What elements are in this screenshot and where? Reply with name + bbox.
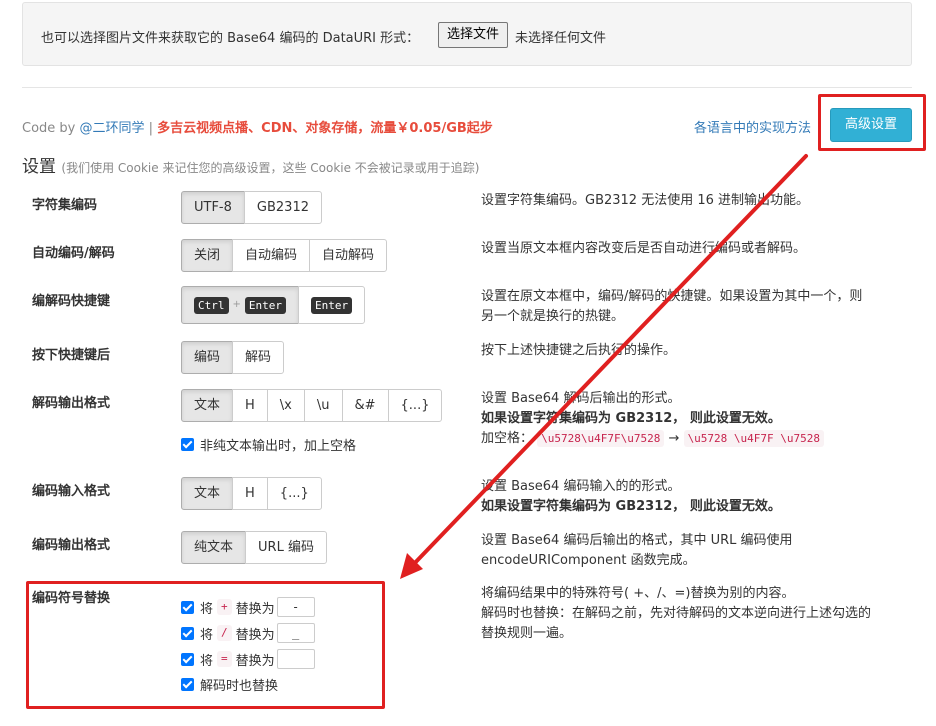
encode-input-button-group: 文本 H {...} (181, 477, 322, 510)
hotkey-ctrl-enter-button[interactable]: Ctrl + Enter (181, 286, 300, 324)
credit-separator: | (144, 121, 158, 136)
encode-input-desc-warning: 如果设置字符集编码为 GB2312， 则此设置无效。 (481, 499, 781, 514)
encode-input-desc-line1: 设置 Base64 编码输入的的形式。 (481, 479, 681, 494)
encode-input-label: 编码输入格式 (32, 484, 111, 499)
add-space-checkbox-row[interactable]: 非纯文本输出时，加上空格 (181, 435, 356, 454)
add-space-label: 非纯文本输出时，加上空格 (200, 439, 357, 454)
annotation-arrow-head (400, 553, 423, 579)
hotkey-label: 编解码快捷键 (32, 294, 111, 309)
decode-out-braces-button[interactable]: {...} (387, 389, 443, 422)
hotkey-button-group: Ctrl + Enter Enter (181, 286, 366, 324)
author-link[interactable]: @二环同学 (80, 121, 145, 136)
encode-output-label: 编码输出格式 (32, 538, 111, 553)
encode-output-description: 设置 Base64 编码后输出的格式，其中 URL 编码使用 encodeURI… (481, 531, 793, 571)
settings-title: 设置 (22, 157, 56, 177)
example-arrow: → (668, 431, 680, 446)
hotkey-enter-button[interactable]: Enter (298, 286, 366, 324)
decode-out-h-button[interactable]: H (232, 389, 268, 422)
charset-description: 设置字符集编码。GB2312 无法使用 16 进制输出功能。 (481, 193, 810, 208)
decode-output-desc-example: 加空格： \u5728\u4F7F\u7528 → \u5728 \u4F7F … (481, 429, 825, 449)
auto-off-button[interactable]: 关闭 (181, 239, 234, 272)
ctrl-key: Ctrl (194, 296, 229, 314)
decode-output-desc-warning: 如果设置字符集编码为 GB2312， 则此设置无效。 (481, 411, 781, 426)
auto-decode-button[interactable]: 自动解码 (309, 239, 388, 272)
after-encode-button[interactable]: 编码 (181, 341, 234, 374)
symbol-replace-desc-line1: 将编码结果中的特殊符号( +、/、=)替换为别的内容。 (481, 586, 795, 601)
charset-gb2312-button[interactable]: GB2312 (243, 191, 322, 224)
encode-output-button-group: 纯文本 URL 编码 (181, 531, 327, 564)
decode-out-x-button[interactable]: \x (266, 389, 305, 422)
implementations-link[interactable]: 各语言中的实现方法 (694, 117, 811, 136)
encode-input-description: 设置 Base64 编码输入的的形式。 如果设置字符集编码为 GB2312， 则… (481, 477, 781, 517)
example-before-code: \u5728\u4F7F\u7528 (537, 430, 665, 447)
hotkey-description: 设置在原文本框中，编码/解码的快捷键。如果设置为其中一个，则 另一个就是换行的热… (481, 287, 862, 327)
credit-prefix: Code by (22, 121, 80, 136)
after-hotkey-button-group: 编码 解码 (181, 341, 285, 374)
symbol-replace-desc-line3: 替换规则一遍。 (481, 626, 573, 641)
decode-output-desc-line1: 设置 Base64 解码后输出的形式。 (481, 391, 681, 406)
enter-key: Enter (311, 296, 353, 314)
decode-output-label: 解码输出格式 (32, 396, 111, 411)
encode-in-h-button[interactable]: H (232, 477, 268, 510)
encode-out-url-button[interactable]: URL 编码 (245, 531, 327, 564)
after-hotkey-label: 按下快捷键后 (32, 348, 111, 363)
key-plus: + (232, 299, 241, 310)
decode-out-text-button[interactable]: 文本 (181, 389, 234, 422)
enter-key: Enter (244, 296, 287, 314)
charset-label: 字符集编码 (32, 198, 98, 213)
example-prefix: 加空格： (481, 431, 534, 446)
file-status-text: 未选择任何文件 (515, 31, 607, 46)
promo-link[interactable]: 多吉云视频点播、CDN、对象存储，流量￥0.05/GB起步 (157, 121, 493, 136)
auto-encode-button[interactable]: 自动编码 (232, 239, 311, 272)
decode-output-button-group: 文本 H \x \u &# {...} (181, 389, 443, 422)
decode-output-description: 设置 Base64 解码后输出的形式。 如果设置字符集编码为 GB2312， 则… (481, 389, 825, 449)
choose-file-button[interactable]: 选择文件 (438, 22, 509, 48)
example-after-code: \u5728 \u4F7F \u7528 (683, 430, 825, 447)
add-space-checkbox[interactable] (181, 438, 194, 451)
charset-utf8-button[interactable]: UTF-8 (181, 191, 245, 224)
after-hotkey-description: 按下上述快捷键之后执行的操作。 (481, 343, 677, 358)
auto-codec-description: 设置当原文本框内容改变后是否自动进行编码或者解码。 (481, 241, 807, 256)
decode-out-u-button[interactable]: \u (303, 389, 343, 422)
annotation-box-replace (26, 581, 385, 709)
encode-output-desc-line1: 设置 Base64 编码后输出的格式，其中 URL 编码使用 (481, 533, 793, 548)
symbol-replace-desc-line2: 解码时也替换：在解码之前，先对待解码的文本逆向进行上述勾选的 (481, 606, 872, 621)
encode-in-braces-button[interactable]: {...} (266, 477, 322, 510)
hotkey-description-line2: 另一个就是换行的热键。 (481, 309, 625, 324)
annotation-box-advanced (818, 94, 926, 151)
decode-out-entity-button[interactable]: &# (341, 389, 389, 422)
hotkey-description-line1: 设置在原文本框中，编码/解码的快捷键。如果设置为其中一个，则 (481, 289, 863, 304)
credit-line: Code by @二环同学 | 多吉云视频点播、CDN、对象存储，流量￥0.05… (22, 117, 493, 136)
file-picker-text: 也可以选择图片文件来获取它的 Base64 编码的 DataURI 形式： (41, 31, 420, 46)
encode-in-text-button[interactable]: 文本 (181, 477, 234, 510)
charset-button-group: UTF-8 GB2312 (181, 191, 322, 224)
settings-cookie-note: (我们使用 Cookie 来记住您的高级设置，这些 Cookie 不会被记录或用… (61, 161, 480, 175)
encode-out-plain-button[interactable]: 纯文本 (181, 531, 247, 564)
auto-codec-label: 自动编码/解码 (32, 246, 115, 261)
divider (22, 87, 912, 88)
settings-heading: 设置 (我们使用 Cookie 来记住您的高级设置，这些 Cookie 不会被记… (22, 152, 480, 177)
symbol-replace-description: 将编码结果中的特殊符号( +、/、=)替换为别的内容。 解码时也替换：在解码之前… (481, 584, 871, 644)
encode-output-desc-line2: encodeURIComponent 函数完成。 (481, 553, 696, 568)
file-picker-panel: 也可以选择图片文件来获取它的 Base64 编码的 DataURI 形式： 选择… (22, 2, 912, 66)
after-decode-button[interactable]: 解码 (232, 341, 285, 374)
auto-codec-button-group: 关闭 自动编码 自动解码 (181, 239, 388, 272)
